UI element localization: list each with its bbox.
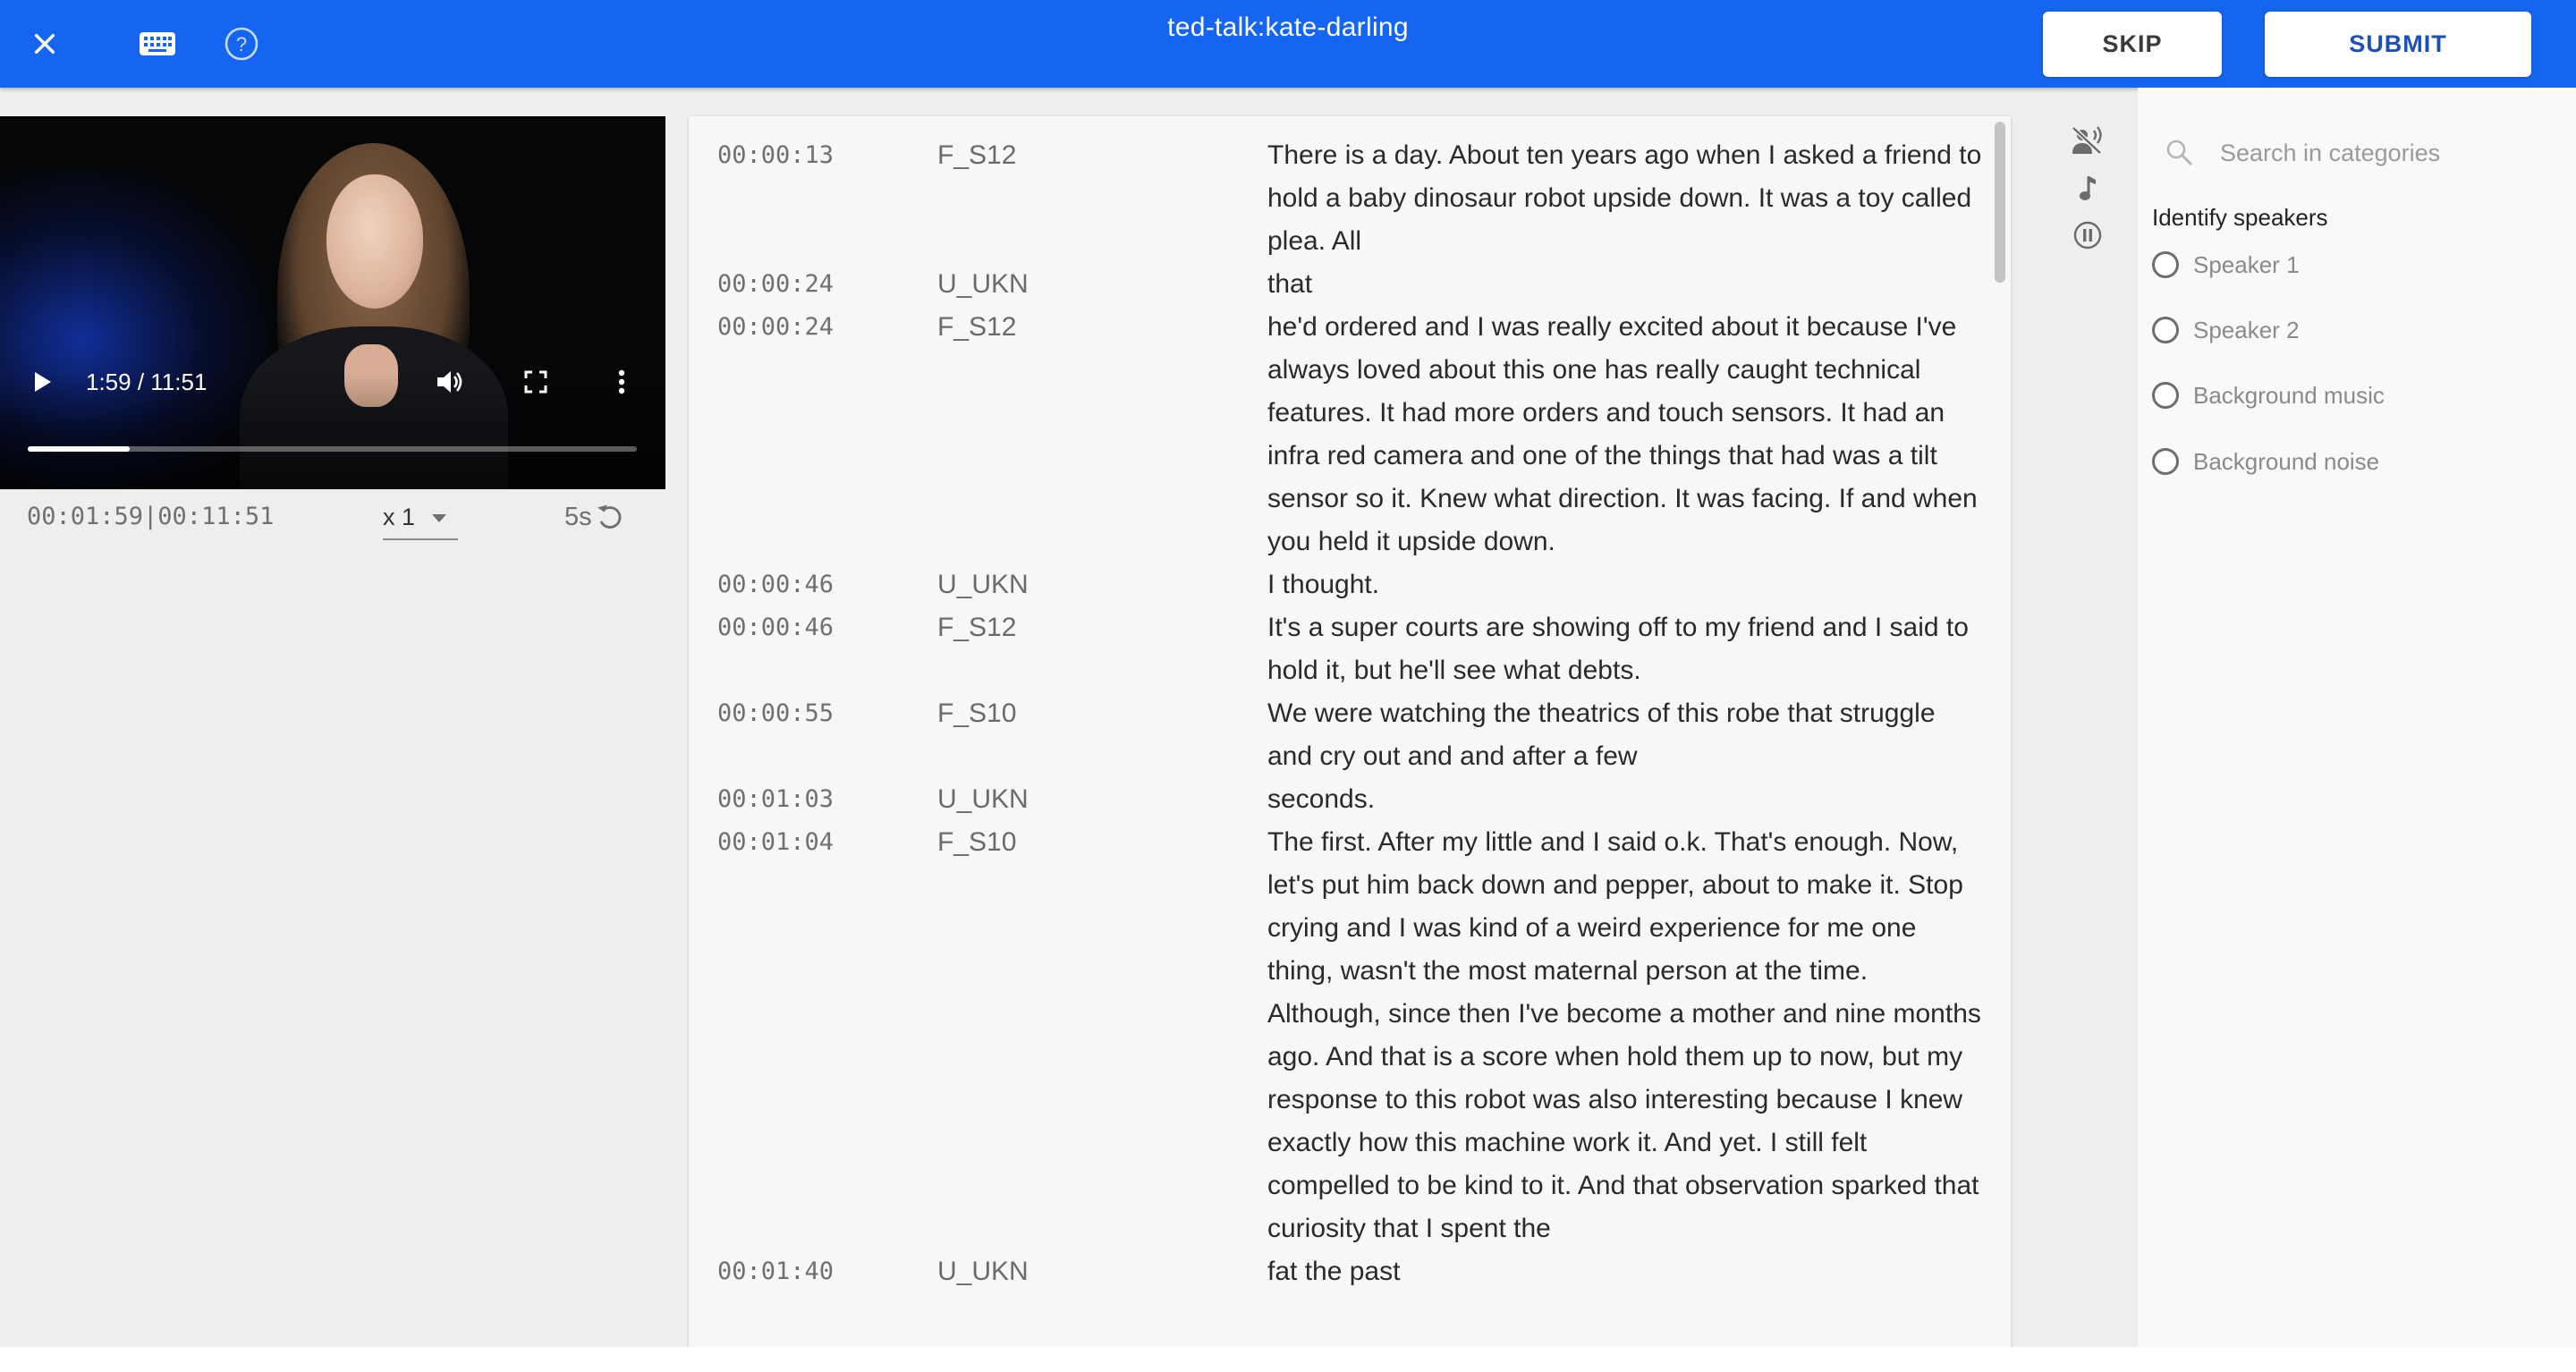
transcript-row[interactable]: 00:00:13 F_S12 There is a day. About ten y… bbox=[689, 134, 2011, 263]
video-progress-fill bbox=[28, 446, 131, 452]
transcript-row[interactable]: 00:01:40 U_UKN fat the past bbox=[689, 1250, 2011, 1293]
more-options-icon[interactable] bbox=[608, 367, 635, 397]
transcript-row[interactable]: 00:00:46 F_S12 It's a super courts are sho… bbox=[689, 606, 2011, 692]
row-timestamp[interactable]: 00:00:24 bbox=[717, 263, 834, 306]
volume-icon[interactable] bbox=[433, 367, 469, 397]
rewind-label: 5s bbox=[564, 502, 592, 531]
radio-button[interactable] bbox=[2152, 448, 2179, 475]
section-title: Identify speakers bbox=[2152, 204, 2328, 231]
video-frame-figure-face bbox=[326, 174, 423, 309]
radio-button[interactable] bbox=[2152, 382, 2179, 409]
option-label: Speaker 1 bbox=[2193, 250, 2300, 278]
search-input[interactable] bbox=[2218, 127, 2562, 179]
row-timestamp[interactable]: 00:01:40 bbox=[717, 1250, 834, 1293]
row-timestamp[interactable]: 00:01:03 bbox=[717, 778, 834, 821]
row-speaker[interactable]: U_UKN bbox=[937, 1250, 1029, 1293]
row-timestamp[interactable]: 00:01:04 bbox=[717, 821, 834, 864]
play-icon[interactable] bbox=[27, 367, 57, 397]
radio-button[interactable] bbox=[2152, 251, 2179, 278]
category-search bbox=[2165, 127, 2562, 179]
row-speaker[interactable]: F_S12 bbox=[937, 134, 1016, 177]
row-speaker[interactable]: U_UKN bbox=[937, 778, 1029, 821]
video-time-display: 1:59 / 11:51 bbox=[86, 368, 208, 395]
row-timestamp[interactable]: 00:00:46 bbox=[717, 563, 834, 606]
transcript-row[interactable]: 00:00:55 F_S10 We were watching the theatr… bbox=[689, 692, 2011, 778]
row-text[interactable]: that bbox=[1267, 263, 1983, 306]
row-speaker[interactable]: U_UKN bbox=[937, 563, 1029, 606]
row-timestamp[interactable]: 00:00:24 bbox=[717, 306, 834, 349]
row-timestamp[interactable]: 00:00:55 bbox=[717, 692, 834, 735]
row-speaker[interactable]: F_S10 bbox=[937, 821, 1016, 864]
transcript-rows: 00:00:13 F_S12 There is a day. About ten y… bbox=[689, 134, 2011, 1293]
option-label: Background noise bbox=[2193, 447, 2380, 475]
playback-speed-value: x 1 bbox=[383, 504, 416, 530]
option-speaker-1[interactable]: Speaker 1 bbox=[2152, 245, 2300, 284]
row-speaker[interactable]: F_S10 bbox=[937, 692, 1016, 735]
transcript-row[interactable]: 00:01:04 F_S10 The first. After my little … bbox=[689, 821, 2011, 1250]
submit-button[interactable]: SUBMIT bbox=[2265, 12, 2531, 77]
transcript-row[interactable]: 00:01:03 U_UKN seconds. bbox=[689, 778, 2011, 821]
transcript-row[interactable]: 00:00:24 F_S12 he'd ordered and I was real… bbox=[689, 306, 2011, 563]
option-background-noise[interactable]: Background noise bbox=[2152, 442, 2379, 481]
scrollbar[interactable] bbox=[1995, 122, 2005, 283]
music-note-icon[interactable] bbox=[2064, 168, 2111, 209]
row-text[interactable]: he'd ordered and I was really excited ab… bbox=[1267, 306, 1983, 563]
option-label: Background music bbox=[2193, 381, 2385, 409]
categories-panel: Identify speakers Speaker 1 Speaker 2 Ba… bbox=[2138, 88, 2576, 1347]
row-speaker[interactable]: F_S12 bbox=[937, 306, 1016, 349]
transcript-panel[interactable]: 00:00:13 F_S12 There is a day. About ten y… bbox=[689, 116, 2011, 1347]
pause-circle-icon[interactable] bbox=[2064, 215, 2111, 256]
search-icon bbox=[2166, 140, 2192, 165]
chevron-down-icon bbox=[432, 514, 446, 522]
bottom-strip bbox=[0, 1347, 2576, 1372]
row-text[interactable]: There is a day. About ten years ago when… bbox=[1267, 134, 1983, 263]
option-speaker-2[interactable]: Speaker 2 bbox=[2152, 310, 2300, 350]
fullscreen-icon[interactable] bbox=[521, 367, 551, 397]
playback-speed-select[interactable]: x 1 bbox=[383, 499, 458, 540]
top-bar: ? ted-talk:kate-darling SKIP SUBMIT bbox=[0, 0, 2576, 88]
video-player[interactable]: 1:59 / 11:51 bbox=[0, 116, 665, 489]
row-text[interactable]: fat the past bbox=[1267, 1250, 1983, 1293]
rewind-button[interactable]: 5s bbox=[564, 497, 623, 537]
row-text[interactable]: seconds. bbox=[1267, 778, 1983, 821]
row-timestamp[interactable]: 00:00:13 bbox=[717, 134, 834, 177]
skip-button[interactable]: SKIP bbox=[2043, 12, 2222, 77]
row-text[interactable]: The first. After my little and I said o.… bbox=[1267, 821, 1983, 1250]
option-background-music[interactable]: Background music bbox=[2152, 376, 2385, 415]
row-speaker[interactable]: F_S12 bbox=[937, 606, 1016, 649]
row-text[interactable]: It's a super courts are showing off to m… bbox=[1267, 606, 1983, 692]
row-text[interactable]: We were watching the theatrics of this r… bbox=[1267, 692, 1983, 778]
playback-controls: 00:01:59|00:11:51 x 1 5s bbox=[0, 490, 665, 540]
transcript-row[interactable]: 00:00:24 U_UKN that bbox=[689, 263, 2011, 306]
no-speech-icon[interactable] bbox=[2064, 120, 2111, 161]
radio-button[interactable] bbox=[2152, 317, 2179, 343]
video-progress-bar[interactable] bbox=[28, 446, 637, 452]
row-text[interactable]: I thought. bbox=[1267, 563, 1983, 606]
option-label: Speaker 2 bbox=[2193, 316, 2300, 343]
replay-icon bbox=[597, 504, 622, 529]
transcript-row[interactable]: 00:00:46 U_UKN I thought. bbox=[689, 563, 2011, 606]
timecode-display: 00:01:59|00:11:51 bbox=[27, 503, 275, 530]
row-timestamp[interactable]: 00:00:46 bbox=[717, 606, 834, 649]
row-speaker[interactable]: U_UKN bbox=[937, 263, 1029, 306]
